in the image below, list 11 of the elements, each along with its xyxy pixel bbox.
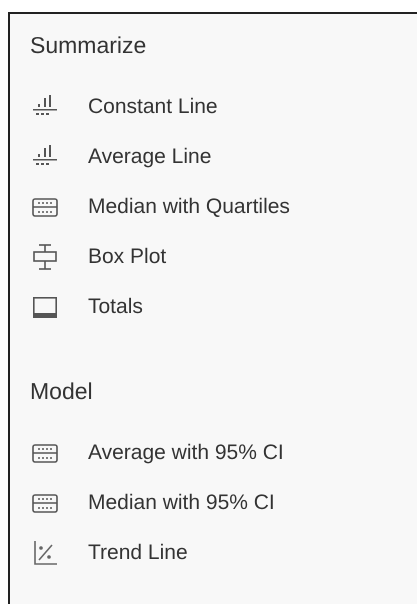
analytics-item[interactable]: Average with 95% CI — [30, 428, 417, 478]
analytics-item[interactable]: Median with 95% CI — [30, 478, 417, 528]
analytics-item[interactable]: Median with Quartiles — [30, 182, 417, 232]
analytics-item[interactable]: Constant Line — [30, 82, 417, 132]
section-heading: Model — [30, 377, 94, 406]
analytics-item[interactable]: Totals — [30, 282, 417, 332]
analytics-item[interactable]: Average Line — [30, 132, 417, 182]
section-heading: Summarize — [30, 31, 148, 60]
analytics-item[interactable]: Box Plot — [30, 232, 417, 282]
analytics-item[interactable]: Trend Line — [30, 528, 417, 578]
box-plot-icon — [30, 242, 60, 272]
